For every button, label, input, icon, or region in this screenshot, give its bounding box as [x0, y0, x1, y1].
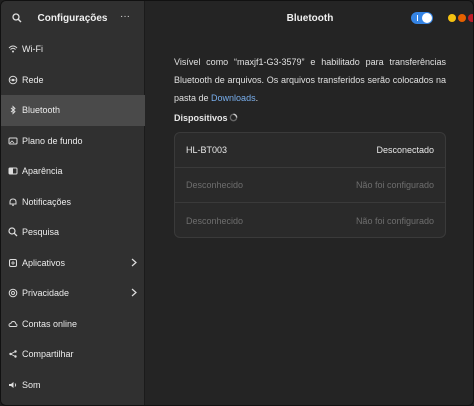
- sidebar-item-compartilhar[interactable]: Compartilhar: [1, 339, 145, 370]
- appearance-icon: [7, 165, 19, 177]
- sidebar-item-label: Compartilhar: [22, 349, 74, 360]
- sidebar-item-privacidade[interactable]: Privacidade: [1, 278, 145, 309]
- sidebar-item-rede[interactable]: Rede: [1, 65, 145, 96]
- settings-window: Configurações ··· Wi-Fi Rede Bluetooth Plan…: [0, 0, 474, 406]
- toggle-knob: [422, 13, 432, 23]
- search-icon: [7, 226, 19, 238]
- device-name: HL-BT003: [186, 145, 228, 155]
- devices-title: Dispositivos: [174, 113, 228, 123]
- sidebar-item-label: Aparência: [22, 166, 63, 177]
- device-name: Desconhecido: [186, 180, 244, 190]
- sidebar-item-wi-fi[interactable]: Wi-Fi: [1, 34, 145, 65]
- sidebar-item-contas-online[interactable]: Contas online: [1, 309, 145, 340]
- description-end: .: [255, 93, 259, 103]
- sidebar-item-label: Som: [22, 379, 41, 390]
- close-button[interactable]: [468, 14, 473, 22]
- sidebar-item-label: Plano de fundo: [22, 135, 83, 146]
- sidebar-item-label: Notificações: [22, 196, 72, 207]
- spinner-icon: [229, 113, 238, 122]
- sidebar-item-som[interactable]: Som: [1, 370, 145, 401]
- sidebar-item-label: Bluetooth: [22, 105, 61, 116]
- device-name: Desconhecido: [186, 215, 244, 226]
- speaker-icon: [7, 379, 19, 391]
- header-bar: Bluetooth: [146, 1, 473, 35]
- devices-list: HL-BT003 Desconectado Desconhecido Não foi …: [174, 132, 446, 238]
- sidebar-header: Configurações ···: [1, 1, 144, 35]
- sidebar-item-label: Privacidade: [22, 288, 70, 299]
- share-icon: [7, 348, 19, 360]
- wifi-icon: [7, 43, 19, 55]
- sidebar-list: Wi-Fi Rede Bluetooth Plano de fundo Aparênci…: [1, 34, 145, 400]
- minimize-button[interactable]: [448, 14, 456, 22]
- chevron-right-icon: [131, 288, 137, 299]
- device-status: Desconectado: [376, 145, 434, 155]
- bluetooth-description: Visível como “maxjf1-G3-3579” e habilita…: [174, 53, 446, 107]
- sidebar-item-aparência[interactable]: Aparência: [1, 156, 145, 187]
- menu-button[interactable]: ···: [120, 11, 130, 22]
- wallpaper-icon: [7, 135, 19, 147]
- sidebar-item-label: Aplicativos: [22, 257, 66, 268]
- sidebar-item-bluetooth[interactable]: Bluetooth: [1, 95, 145, 126]
- device-row[interactable]: Desconhecido Não foi configurado: [175, 203, 445, 237]
- device-row[interactable]: HL-BT003 Desconectado: [175, 133, 445, 168]
- sidebar-item-pesquisa[interactable]: Pesquisa: [1, 217, 145, 248]
- bluetooth-icon: [7, 104, 19, 116]
- downloads-link[interactable]: Downloads: [211, 93, 256, 103]
- sidebar: Configurações ··· Wi-Fi Rede Bluetooth Plan…: [1, 1, 145, 405]
- sidebar-item-plano-de-fundo[interactable]: Plano de fundo: [1, 126, 145, 157]
- device-status: Não foi configurado: [355, 180, 434, 190]
- sidebar-item-label: Contas online: [22, 318, 78, 329]
- bell-icon: [7, 196, 19, 208]
- toggle-on-mark-icon: [417, 15, 418, 21]
- bluetooth-toggle[interactable]: [411, 12, 433, 24]
- sidebar-item-aplicativos[interactable]: Aplicativos: [1, 248, 145, 279]
- privacy-icon: [7, 287, 19, 299]
- sidebar-item-label: Rede: [22, 74, 44, 85]
- sidebar-item-notificações[interactable]: Notificações: [1, 187, 145, 218]
- device-row[interactable]: Desconhecido Não foi configurado: [175, 168, 445, 203]
- sidebar-item-label: Pesquisa: [22, 227, 60, 238]
- chevron-right-icon: [131, 258, 137, 269]
- maximize-button[interactable]: [458, 14, 466, 22]
- cloud-icon: [7, 318, 19, 330]
- sidebar-item-label: Wi-Fi: [22, 44, 43, 55]
- apps-icon: [7, 257, 19, 269]
- main-panel: Bluetooth Visível como “maxjf1-G3-3579” …: [146, 1, 473, 405]
- device-status: Não foi configurado: [355, 215, 434, 226]
- network-icon: [7, 74, 19, 86]
